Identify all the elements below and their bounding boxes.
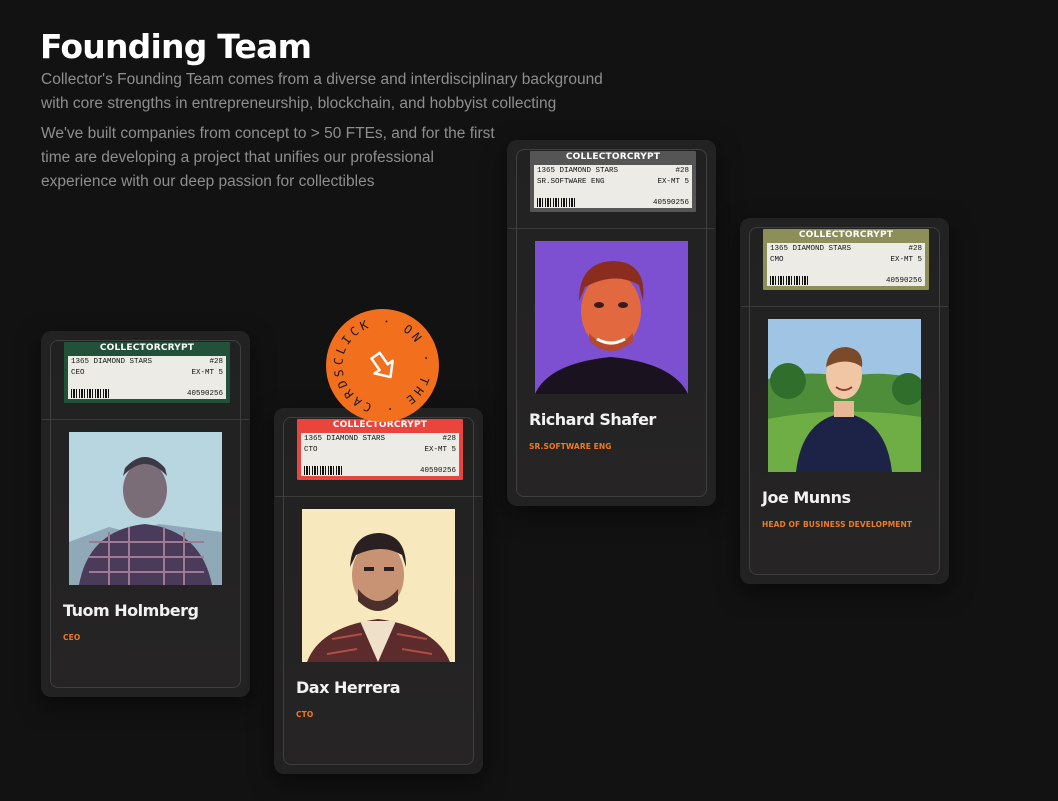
member-name: Richard Shafer <box>529 410 656 429</box>
member-name: Dax Herrera <box>296 678 401 697</box>
grading-label: COLLECTORCRYPT 1365 DIAMOND STARS #28 CEO… <box>64 342 230 403</box>
label-set: 1365 DIAMOND STARS <box>770 245 852 253</box>
card-divider <box>42 419 249 420</box>
intro-paragraph: Collector's Founding Team comes from a d… <box>41 71 603 112</box>
label-position: CEO <box>71 369 85 377</box>
card-frame: COLLECTORCRYPT 1365 DIAMOND STARS #28 SR.… <box>508 149 715 497</box>
grading-label: COLLECTORCRYPT 1365 DIAMOND STARS #28 SR.… <box>530 151 696 212</box>
label-position: CMO <box>770 256 784 264</box>
portrait-photo <box>69 432 222 585</box>
arrow-down-left-icon <box>370 351 394 379</box>
barcode-icon <box>71 389 111 398</box>
label-set: 1365 DIAMOND STARS <box>71 358 153 366</box>
label-brand: COLLECTORCRYPT <box>99 343 195 353</box>
label-number: #28 <box>908 245 922 253</box>
barcode-icon <box>770 276 810 285</box>
badge-text: CLICK · ON · THE · CARDS · <box>326 309 431 417</box>
svg-text:CLICK · ON · THE · CARDS ·: CLICK · ON · THE · CARDS · <box>326 309 434 417</box>
card-frame: COLLECTORCRYPT 1365 DIAMOND STARS #28 CEO… <box>42 340 249 688</box>
card-divider <box>508 228 715 229</box>
card-divider <box>741 306 948 307</box>
label-set: 1365 DIAMOND STARS <box>304 435 386 443</box>
label-position: CTO <box>304 446 318 454</box>
label-body: 1365 DIAMOND STARS #28 SR.SOFTWARE ENG EX-… <box>534 165 692 208</box>
card-divider <box>275 496 482 497</box>
label-serial: 40590256 <box>885 277 922 285</box>
section-title: Founding Team <box>40 27 312 66</box>
team-card-richard-shafer[interactable]: COLLECTORCRYPT 1365 DIAMOND STARS #28 SR.… <box>507 140 716 506</box>
label-serial: 40590256 <box>652 199 689 207</box>
experience-paragraph: We've built companies from concept to > … <box>41 125 495 190</box>
label-body: 1365 DIAMOND STARS #28 CMO EX-MT 5 4059025… <box>767 243 925 286</box>
team-card-dax-herrera[interactable]: COLLECTORCRYPT 1365 DIAMOND STARS #28 CTO… <box>274 408 483 774</box>
label-set: 1365 DIAMOND STARS <box>537 167 619 175</box>
barcode-icon <box>537 198 577 207</box>
label-number: #28 <box>442 435 456 443</box>
team-card-joe-munns[interactable]: COLLECTORCRYPT 1365 DIAMOND STARS #28 CMO… <box>740 218 949 584</box>
label-serial: 40590256 <box>419 467 456 475</box>
label-grade: EX-MT 5 <box>191 369 223 377</box>
barcode-icon <box>304 466 344 475</box>
card-frame: COLLECTORCRYPT 1365 DIAMOND STARS #28 CTO… <box>275 417 482 765</box>
team-card-tuom-holmberg[interactable]: COLLECTORCRYPT 1365 DIAMOND STARS #28 CEO… <box>41 331 250 697</box>
card-frame: COLLECTORCRYPT 1365 DIAMOND STARS #28 CMO… <box>741 227 948 575</box>
label-brand: COLLECTORCRYPT <box>798 230 894 240</box>
member-role: SR.SOFTWARE ENG <box>529 442 612 451</box>
portrait-photo <box>768 319 921 472</box>
label-body: 1365 DIAMOND STARS #28 CTO EX-MT 5 4059025… <box>301 433 459 476</box>
portrait-photo <box>302 509 455 662</box>
label-serial: 40590256 <box>186 390 223 398</box>
label-grade: EX-MT 5 <box>890 256 922 264</box>
label-body: 1365 DIAMOND STARS #28 CEO EX-MT 5 4059025… <box>68 356 226 399</box>
member-role: CTO <box>296 710 314 719</box>
grading-label: COLLECTORCRYPT 1365 DIAMOND STARS #28 CTO… <box>297 419 463 480</box>
label-number: #28 <box>209 358 223 366</box>
label-grade: EX-MT 5 <box>424 446 456 454</box>
label-number: #28 <box>675 167 689 175</box>
grading-label: COLLECTORCRYPT 1365 DIAMOND STARS #28 CMO… <box>763 229 929 290</box>
click-cards-badge[interactable]: CLICK · ON · THE · CARDS · <box>326 309 439 422</box>
label-brand: COLLECTORCRYPT <box>565 152 661 162</box>
member-role: CEO <box>63 633 81 642</box>
portrait-photo <box>535 241 688 394</box>
label-position: SR.SOFTWARE ENG <box>537 178 605 186</box>
member-name: Tuom Holmberg <box>63 601 199 620</box>
member-role: HEAD OF BUSINESS DEVELOPMENT <box>762 520 913 529</box>
member-name: Joe Munns <box>762 488 851 507</box>
label-grade: EX-MT 5 <box>657 178 689 186</box>
